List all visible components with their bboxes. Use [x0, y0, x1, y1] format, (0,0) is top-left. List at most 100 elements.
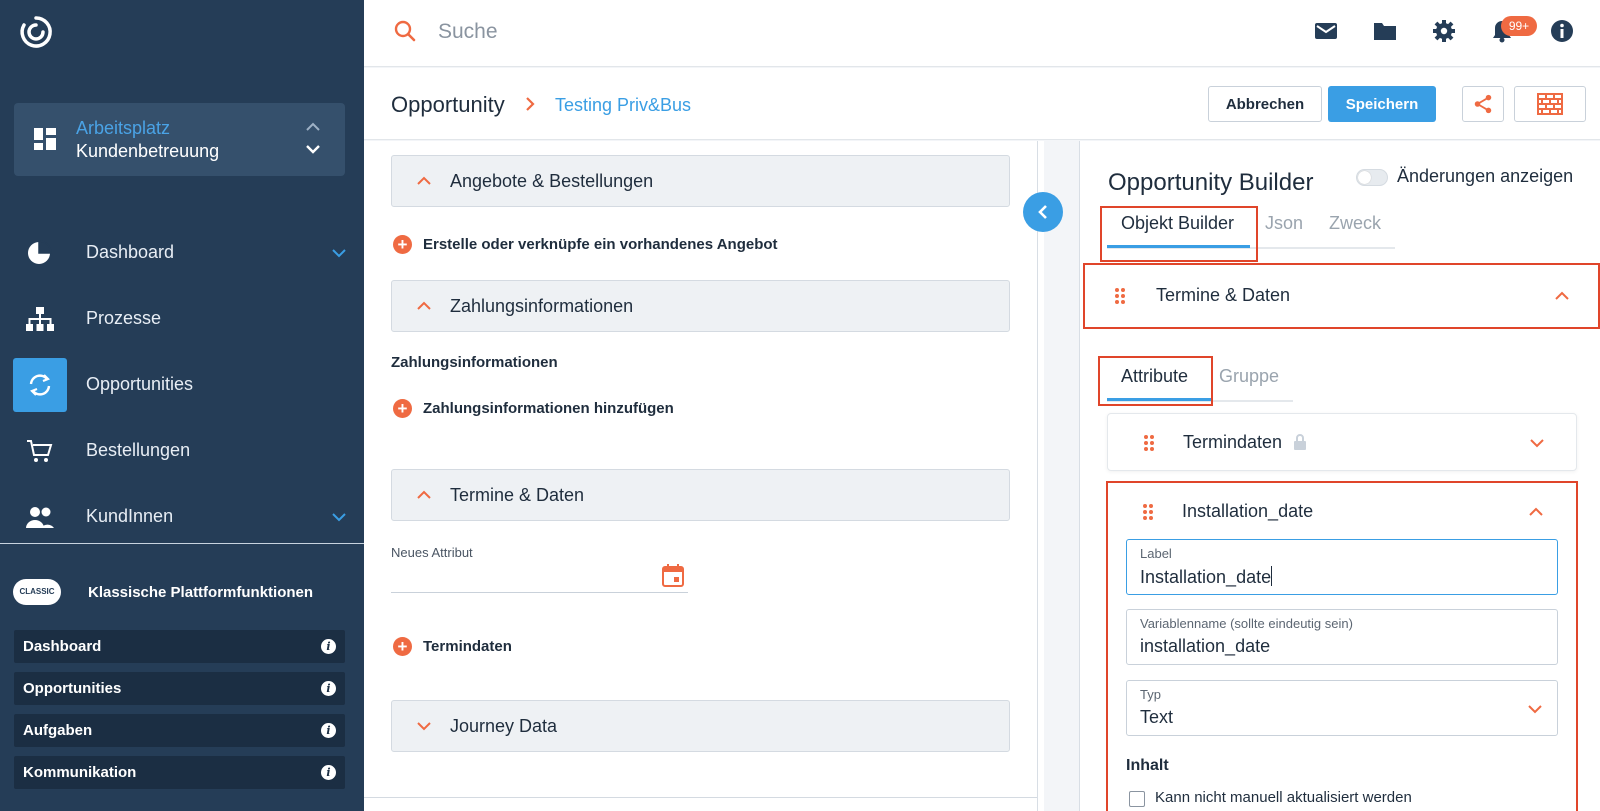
info-icon[interactable]: i [321, 681, 336, 696]
mail-icon[interactable] [1313, 18, 1339, 44]
layout-button[interactable] [1514, 86, 1586, 122]
section-title: Termine & Daten [450, 485, 585, 505]
notification-badge: 99+ [1501, 16, 1537, 36]
new-attribute-date-input[interactable] [391, 592, 688, 593]
builder-title: Opportunity Builder [1108, 169, 1314, 196]
highlight-box [1106, 481, 1578, 811]
plus-circle-icon: + [393, 235, 412, 254]
dashboard-grid-icon [34, 128, 56, 150]
tab-gruppe[interactable]: Gruppe [1219, 366, 1279, 387]
tab-json[interactable]: Json [1265, 213, 1303, 234]
chevron-down-icon [417, 722, 431, 731]
classic-item-label: Opportunities [23, 680, 122, 697]
classic-item-label: Kommunikation [23, 764, 137, 781]
sidebar-item-label: KundInnen [86, 506, 174, 526]
classic-item-kommunikation[interactable]: Kommunikation i [14, 756, 345, 789]
add-offer-label: Erstelle oder verknüpfe ein vorhandenes … [423, 236, 778, 253]
folder-icon[interactable] [1372, 18, 1398, 44]
plus-circle-icon: + [393, 399, 412, 418]
sidebar-item-prozesse[interactable]: Prozesse [13, 292, 351, 346]
search-input[interactable] [438, 16, 1038, 48]
calendar-icon[interactable] [662, 563, 684, 587]
sidebar-item-dashboard[interactable]: Dashboard [13, 226, 351, 280]
section-title: Angebote & Bestellungen [450, 171, 654, 191]
classic-item-opportunities[interactable]: Opportunities i [14, 672, 345, 705]
info-icon[interactable]: i [321, 723, 336, 738]
chevron-down-icon[interactable] [331, 247, 347, 259]
workspace-switcher[interactable]: Arbeitsplatz Kundenbetreuung [14, 103, 345, 176]
section-journey-data[interactable]: Journey Data [391, 700, 1010, 752]
classic-section-title: Klassische Plattformfunktionen [88, 584, 314, 601]
form-bottom-border [364, 797, 1037, 798]
refresh-icon [29, 374, 51, 396]
drag-handle-icon[interactable] [1143, 434, 1155, 452]
payment-label: Zahlungsinformationen [391, 354, 558, 371]
info-icon[interactable] [1549, 18, 1575, 44]
plus-circle-icon: + [393, 637, 412, 656]
workspace-title: Arbeitsplatz [76, 118, 171, 138]
cancel-button[interactable]: Abbrechen [1208, 86, 1322, 122]
sidebar-item-label: Bestellungen [86, 440, 191, 460]
info-icon[interactable]: i [321, 639, 336, 654]
section-angebote[interactable]: Angebote & Bestellungen [391, 155, 1010, 207]
lock-icon [1294, 434, 1306, 450]
section-title: Journey Data [450, 716, 558, 736]
sidebar-item-kundinnen[interactable]: KundInnen [13, 490, 351, 544]
workspace-subtitle: Kundenbetreuung [76, 141, 220, 161]
section-title: Zahlungsinformationen [450, 296, 634, 316]
classic-item-dashboard[interactable]: Dashboard i [14, 630, 345, 663]
attribute-title: Termindaten [1183, 432, 1283, 452]
sidebar-item-opportunities[interactable]: Opportunities [13, 358, 351, 412]
sidebar: Arbeitsplatz Kundenbetreuung Dashboard P… [0, 0, 364, 811]
collapse-panel-button[interactable] [1023, 192, 1063, 232]
add-payment-label: Zahlungsinformationen hinzufügen [423, 400, 674, 417]
page-title: Opportunity [391, 92, 505, 117]
classic-item-aufgaben[interactable]: Aufgaben i [14, 714, 345, 747]
gear-icon[interactable] [1431, 18, 1457, 44]
save-button[interactable]: Speichern [1328, 86, 1436, 122]
attribute-termindaten[interactable]: Termindaten [1107, 413, 1577, 471]
breadcrumb: Opportunity Testing Priv&Bus Abbrechen S… [364, 68, 1600, 140]
section-termine-daten[interactable]: Termine & Daten [391, 469, 1010, 521]
classic-item-label: Dashboard [23, 638, 102, 655]
classic-badge: CLASSIC [13, 579, 61, 605]
chevron-right-icon [526, 97, 535, 111]
chevron-down-icon[interactable] [331, 511, 347, 523]
new-attribute-label: Neues Attribut [391, 545, 473, 560]
toggle-knob [1358, 171, 1371, 184]
info-icon[interactable]: i [321, 765, 336, 780]
pie-chart-icon [28, 240, 52, 264]
users-icon [26, 507, 54, 528]
scrollbar[interactable] [1037, 141, 1038, 811]
top-bar [364, 0, 1600, 67]
highlight-box [1083, 263, 1600, 329]
breadcrumb-link[interactable]: Testing Priv&Bus [555, 95, 691, 116]
search-icon[interactable] [394, 20, 416, 42]
brick-wall-icon [1537, 92, 1563, 115]
sidebar-item-label: Dashboard [86, 242, 175, 262]
sidebar-item-bestellungen[interactable]: Bestellungen [13, 424, 351, 478]
chevron-down-icon[interactable] [1529, 437, 1545, 449]
chevron-left-icon [1038, 205, 1047, 219]
app-logo-icon[interactable] [18, 14, 54, 50]
share-icon [1474, 94, 1492, 113]
chevron-up-icon [417, 301, 431, 310]
show-changes-label: Änderungen anzeigen [1397, 166, 1574, 186]
section-zahlungsinformationen[interactable]: Zahlungsinformationen [391, 280, 1010, 332]
share-button[interactable] [1462, 86, 1504, 122]
highlight-box [1098, 356, 1213, 406]
opportunity-form: Angebote & Bestellungen + Erstelle oder … [364, 141, 1044, 811]
sidebar-item-label: Opportunities [86, 374, 194, 394]
sidebar-divider [0, 543, 364, 544]
highlight-box [1100, 206, 1258, 262]
add-termindaten-label: Termindaten [423, 638, 512, 655]
tab-zweck[interactable]: Zweck [1329, 213, 1381, 234]
chevron-up-icon[interactable] [305, 121, 321, 133]
show-changes-toggle[interactable] [1356, 169, 1388, 186]
cart-icon [27, 440, 53, 462]
hierarchy-icon [26, 307, 54, 331]
chevron-down-icon[interactable] [305, 143, 321, 155]
classic-item-label: Aufgaben [23, 722, 93, 739]
chevron-up-icon [417, 490, 431, 499]
sidebar-item-label: Prozesse [86, 308, 162, 328]
